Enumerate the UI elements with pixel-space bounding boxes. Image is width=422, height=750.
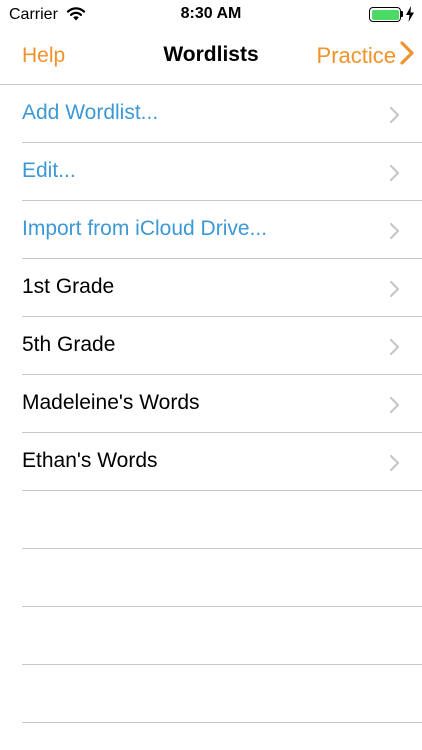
status-time: 8:30 AM bbox=[180, 5, 242, 22]
chevron-right-icon bbox=[389, 280, 401, 303]
battery-icon bbox=[369, 7, 401, 22]
chevron-right-icon bbox=[389, 222, 401, 245]
wordlist-row[interactable]: 1st Grade bbox=[0, 259, 422, 317]
practice-button[interactable]: Practice bbox=[317, 41, 414, 71]
navigation-bar: Help Wordlists Practice bbox=[0, 30, 422, 85]
row-label: Import from iCloud Drive... bbox=[22, 217, 268, 240]
row-label: Add Wordlist... bbox=[22, 101, 159, 124]
row-label: Edit... bbox=[22, 159, 76, 182]
row-label: 5th Grade bbox=[22, 333, 116, 356]
empty-row bbox=[0, 607, 422, 665]
wordlist-row[interactable]: Ethan's Words bbox=[0, 433, 422, 491]
chevron-right-icon bbox=[389, 454, 401, 477]
charging-bolt-icon bbox=[405, 6, 415, 27]
screen: Carrier 8:30 AM Help Wordlists Practice bbox=[0, 0, 422, 750]
empty-row bbox=[0, 491, 422, 549]
row-label: Madeleine's Words bbox=[22, 391, 200, 414]
edit-row[interactable]: Edit... bbox=[0, 143, 422, 201]
wordlist-table: Add Wordlist... Edit... Import from iClo… bbox=[0, 85, 422, 723]
add-wordlist-row[interactable]: Add Wordlist... bbox=[0, 85, 422, 143]
chevron-right-icon bbox=[389, 396, 401, 419]
wordlist-row[interactable]: 5th Grade bbox=[0, 317, 422, 375]
wordlist-row[interactable]: Madeleine's Words bbox=[0, 375, 422, 433]
practice-label: Practice bbox=[316, 43, 396, 68]
chevron-right-icon bbox=[396, 41, 414, 71]
empty-row bbox=[0, 549, 422, 607]
import-icloud-row[interactable]: Import from iCloud Drive... bbox=[0, 201, 422, 259]
chevron-right-icon bbox=[389, 338, 401, 361]
chevron-right-icon bbox=[389, 106, 401, 129]
chevron-right-icon bbox=[389, 164, 401, 187]
row-label: 1st Grade bbox=[22, 275, 115, 298]
status-bar: Carrier 8:30 AM bbox=[0, 0, 422, 30]
row-label: Ethan's Words bbox=[22, 449, 158, 472]
empty-row bbox=[0, 665, 422, 723]
help-button[interactable]: Help bbox=[22, 44, 65, 68]
battery-tip bbox=[401, 11, 403, 17]
